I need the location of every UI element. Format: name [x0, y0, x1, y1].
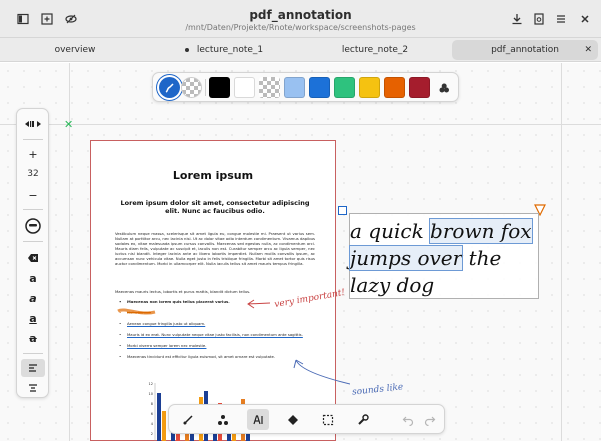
- grid-line: [0, 124, 601, 125]
- color-swatch-orange[interactable]: [384, 77, 405, 98]
- chart-tick-label: 2: [151, 432, 153, 436]
- tab-label: overview: [54, 45, 96, 55]
- pen-style-toolbar: [152, 72, 459, 102]
- tab-close-icon[interactable]: ✕: [584, 40, 592, 60]
- redo-icon[interactable]: [419, 409, 441, 430]
- tab-pdf-annotation[interactable]: pdf_annotation ✕: [452, 40, 598, 60]
- pdf-title: Lorem ipsum: [172, 169, 254, 182]
- transparent-stroke-swatch[interactable]: [181, 77, 202, 98]
- tab-label: lecture_note_2: [341, 45, 409, 55]
- separator: [23, 139, 43, 140]
- tab-label: pdf_annotation: [491, 45, 559, 55]
- menu-icon[interactable]: [552, 10, 570, 28]
- separator: [23, 241, 43, 242]
- color-swatch-yellow[interactable]: [359, 77, 380, 98]
- arrow-annotation: [247, 299, 271, 309]
- brush-tool-icon[interactable]: [177, 409, 199, 430]
- shape-tool-icon[interactable]: [212, 409, 234, 430]
- text-annotation-content[interactable]: a quick brown fox jumps over the lazy dog: [348, 218, 540, 299]
- text-italic-icon[interactable]: a: [21, 289, 45, 307]
- color-swatch-green[interactable]: [334, 77, 355, 98]
- undo-icon[interactable]: [397, 409, 419, 430]
- eraser-tool-icon[interactable]: [282, 409, 304, 430]
- color-swatch-black[interactable]: [209, 77, 230, 98]
- text-bold-icon[interactable]: a: [21, 269, 45, 287]
- tab-overview[interactable]: overview: [2, 40, 148, 60]
- text-strikethrough-icon[interactable]: a: [21, 329, 45, 347]
- text-underline-icon[interactable]: a: [21, 309, 45, 327]
- separator: [23, 209, 43, 210]
- close-icon[interactable]: [576, 10, 594, 28]
- modified-dot-icon: [184, 47, 189, 52]
- tab-label: lecture_note_1: [196, 45, 264, 55]
- header-bar: pdf_annotation /mnt/Daten/Projekte/Rnote…: [0, 0, 601, 38]
- pdf-subtitle: Lorem ipsum dolor sit amet, consectetur …: [120, 199, 310, 215]
- emoji-icon[interactable]: [21, 217, 45, 235]
- tab-bar: overview lecture_note_1 lecture_note_2 p…: [0, 38, 601, 62]
- tab-lecture-note-1[interactable]: lecture_note_1: [150, 40, 298, 60]
- color-swatch-white[interactable]: [234, 77, 255, 98]
- chart-tick-label: 6: [151, 412, 153, 416]
- text-annotation-box[interactable]: a quick brown fox jumps over the lazy dog: [348, 213, 540, 299]
- selection-handle-square[interactable]: [338, 206, 347, 215]
- typewriter-tool-icon[interactable]: [247, 409, 269, 430]
- arrow-annotation: [293, 359, 350, 385]
- grid-line: [561, 63, 562, 441]
- align-center-icon[interactable]: [21, 379, 45, 397]
- chart-tick-label: 4: [151, 422, 154, 426]
- brush-mode-icon[interactable]: [159, 77, 180, 98]
- export-icon[interactable]: [508, 10, 526, 28]
- separator: [23, 353, 43, 354]
- color-swatch-blue[interactable]: [309, 77, 330, 98]
- text-run: a quick: [350, 219, 431, 243]
- zoom-value: 32: [27, 169, 39, 179]
- zoom-out-button[interactable]: −: [21, 186, 45, 204]
- tab-lecture-note-2[interactable]: lecture_note_2: [300, 40, 450, 60]
- separator: [205, 79, 206, 96]
- handwritten-annotations: [117, 299, 350, 385]
- origin-marker-icon: ✕: [64, 118, 74, 131]
- align-left-icon[interactable]: [21, 359, 45, 377]
- left-sidebar-toolbar: + 32 − a a a a: [16, 108, 49, 398]
- color-picker-icon[interactable]: [433, 77, 454, 98]
- chart-bar: [162, 411, 166, 441]
- text-highlight: jumps over: [348, 245, 464, 271]
- color-swatch-transparent[interactable]: [259, 77, 280, 98]
- color-swatch-light-blue[interactable]: [284, 77, 305, 98]
- document-settings-icon[interactable]: [530, 10, 548, 28]
- tools-wrench-icon[interactable]: [352, 409, 374, 430]
- delete-backward-icon[interactable]: [21, 249, 45, 267]
- pdf-paragraph: Vestibulum neque massa, scelerisque sit …: [115, 231, 315, 266]
- tools-toolbar: [168, 404, 445, 434]
- color-swatch-red[interactable]: [409, 77, 430, 98]
- text-highlight: brown fox: [429, 218, 533, 244]
- highlight-stroke: [117, 308, 156, 315]
- resize-page-icon[interactable]: [21, 115, 45, 133]
- selector-tool-icon[interactable]: [317, 409, 339, 430]
- zoom-in-button[interactable]: +: [21, 145, 45, 163]
